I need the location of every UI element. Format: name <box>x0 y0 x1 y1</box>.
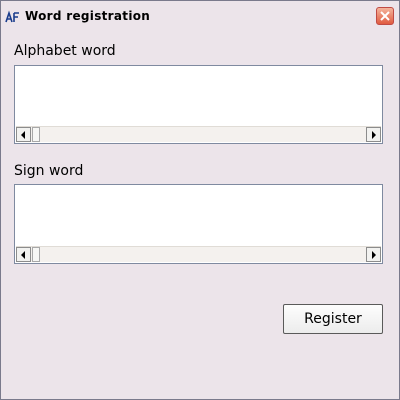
alphabet-word-field[interactable] <box>14 65 383 144</box>
sign-word-field[interactable] <box>14 184 383 264</box>
scroll-right-button[interactable] <box>366 247 381 262</box>
scroll-thumb[interactable] <box>32 127 40 142</box>
arrow-right-icon <box>372 250 376 259</box>
alphabet-word-label: Alphabet word <box>14 43 116 59</box>
arrow-left-icon <box>21 250 25 259</box>
register-button[interactable]: Register <box>283 304 383 334</box>
app-logo-icon <box>5 10 19 23</box>
window-title: Word registration <box>25 9 151 23</box>
close-button[interactable] <box>376 7 394 25</box>
arrow-left-icon <box>21 130 25 139</box>
sign-word-label: Sign word <box>14 163 84 179</box>
scroll-thumb[interactable] <box>32 247 40 262</box>
scroll-right-button[interactable] <box>366 127 381 142</box>
close-icon <box>380 11 390 21</box>
arrow-right-icon <box>372 130 376 139</box>
scroll-left-button[interactable] <box>16 127 31 142</box>
title-bar[interactable]: Word registration <box>1 1 399 33</box>
sign-word-hscrollbar[interactable] <box>16 246 381 262</box>
scroll-left-button[interactable] <box>16 247 31 262</box>
alphabet-word-hscrollbar[interactable] <box>16 126 381 142</box>
word-registration-window: Word registration Alphabet word Sign wor… <box>0 0 400 400</box>
